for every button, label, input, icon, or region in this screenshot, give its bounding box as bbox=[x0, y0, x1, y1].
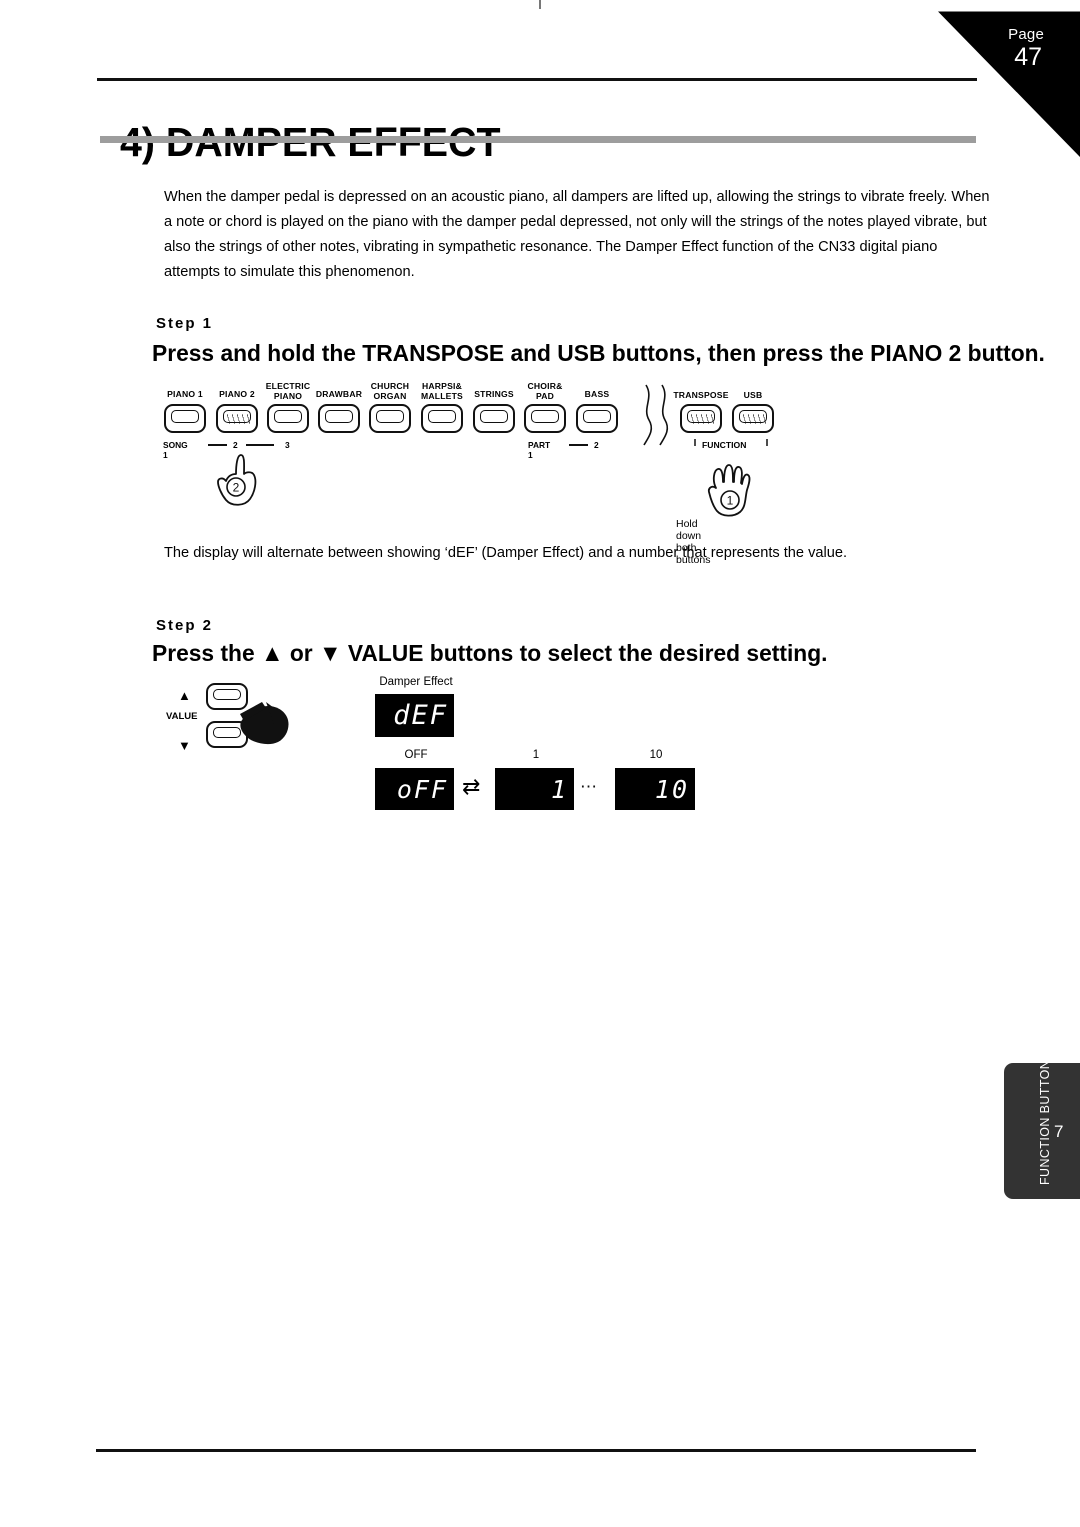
panel-song-item-2: 2 bbox=[233, 440, 238, 450]
crop-mark bbox=[539, 0, 541, 9]
side-index-tab-label: FUNCTION BUTTONS bbox=[1038, 1051, 1052, 1185]
step2-heading: Press the ▲ or ▼ VALUE buttons to select… bbox=[152, 640, 828, 666]
value-up-arrow-icon: ▲ bbox=[178, 688, 191, 703]
panel-song-item-3: 3 bbox=[285, 440, 290, 450]
panel-button-harpsi-mallets[interactable] bbox=[421, 404, 463, 433]
exchange-arrows-icon: ⇄ bbox=[462, 774, 481, 799]
side-index-tab[interactable]: FUNCTION BUTTONS 7 bbox=[1004, 1051, 1080, 1199]
step2-label: Step 2 bbox=[156, 617, 214, 634]
panel-button-transpose[interactable] bbox=[680, 404, 722, 433]
title-top-rule bbox=[97, 78, 977, 81]
svg-text:1: 1 bbox=[727, 494, 734, 508]
intro-paragraph: When the damper pedal is depressed on an… bbox=[164, 188, 990, 280]
panel-button-strings[interactable] bbox=[473, 404, 515, 433]
page-number: 47 bbox=[1014, 43, 1042, 71]
panel-button-electric-piano[interactable] bbox=[267, 404, 309, 433]
hand-pointer-function-icon: 1 bbox=[707, 464, 751, 517]
panel-button-usb[interactable] bbox=[732, 404, 774, 433]
display-off-value: oFF bbox=[396, 774, 448, 804]
step1-heading: Press and hold the TRANSPOSE and USB but… bbox=[152, 340, 1045, 366]
display-one: 1 bbox=[495, 768, 574, 810]
value-down-arrow-icon: ▼ bbox=[178, 738, 191, 753]
display-ellipsis: ⋯ bbox=[580, 777, 599, 796]
display-ten-caption: 10 bbox=[649, 749, 663, 761]
panel-song-group-label: SONG 1 bbox=[163, 440, 188, 460]
display-one-value: 1 bbox=[550, 774, 568, 804]
side-index-tab-number: 7 bbox=[1054, 1122, 1064, 1141]
panel-button-bass[interactable] bbox=[576, 404, 618, 433]
display-ten-value: 10 bbox=[654, 774, 689, 804]
panel-song-line-1 bbox=[208, 444, 227, 446]
panel-song-line-2 bbox=[246, 444, 274, 446]
hand-pressing-value-icon bbox=[240, 702, 289, 745]
display-ten: 10 bbox=[615, 768, 695, 810]
page-label: Page bbox=[1008, 26, 1044, 43]
step1-label: Step 1 bbox=[156, 315, 214, 332]
display-top-caption: Damper Effect bbox=[379, 676, 453, 688]
display-dEF-value: dEF bbox=[393, 700, 448, 731]
svg-text:2: 2 bbox=[233, 481, 240, 495]
panel-label-bass: BASS bbox=[584, 389, 610, 399]
title-gray-bar bbox=[100, 136, 976, 143]
step1-note: The display will alternate between showi… bbox=[164, 545, 848, 561]
value-label: VALUE bbox=[166, 711, 198, 722]
panel-part-item-2: 2 bbox=[594, 440, 599, 450]
panel-part-group-label: PART 1 bbox=[528, 440, 551, 460]
panel-button-piano1[interactable] bbox=[164, 404, 206, 433]
panel-button-drawbar[interactable] bbox=[318, 404, 360, 433]
panel-button-church-organ[interactable] bbox=[369, 404, 411, 433]
bottom-rule bbox=[96, 1449, 976, 1452]
panel-function-group-label: FUNCTION bbox=[702, 440, 747, 450]
panel-button-choir-pad[interactable] bbox=[524, 404, 566, 433]
display-off: oFF bbox=[375, 768, 454, 810]
panel-label-usb: USB bbox=[743, 390, 763, 400]
display-dEF: dEF bbox=[375, 694, 454, 737]
panel-button-piano2[interactable] bbox=[216, 404, 258, 433]
hand-pointer-piano2-icon: 2 bbox=[217, 454, 257, 506]
display-off-caption: OFF bbox=[404, 749, 428, 761]
panel-part-line-1 bbox=[569, 444, 588, 446]
display-one-caption: 1 bbox=[532, 749, 540, 761]
